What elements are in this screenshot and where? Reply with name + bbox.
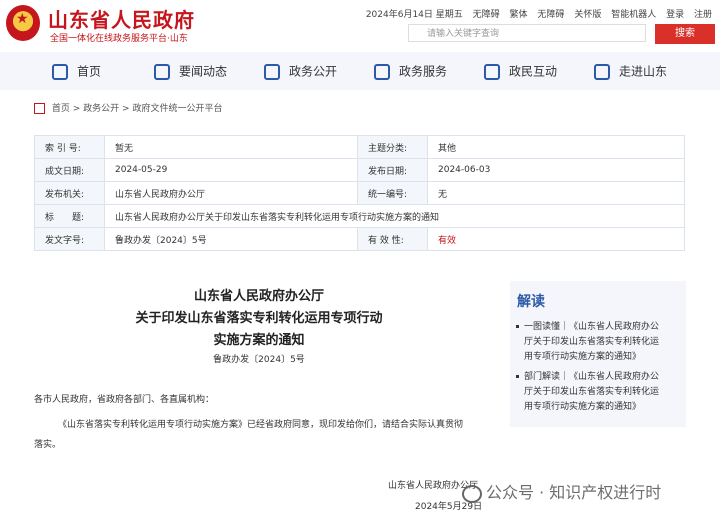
unified-label: 统一编号: [357,181,428,205]
national-emblem-icon [6,5,40,41]
breadcrumb-disclosure[interactable]: 政务公开 [83,104,119,114]
top-link-login[interactable]: 登录 [666,10,684,20]
article-title-line-3: 实施方案的通知 [213,333,305,348]
interpretation-item-2[interactable]: 部门解读｜《山东省人民政府办公 厅关于印发山东省落实专利转化运 用专项行动实施方… [516,370,676,415]
unified-value: 无 [427,181,685,205]
validity-value: 有效 [427,227,685,251]
current-date: 2024年6月14日 星期五 [365,10,463,20]
breadcrumb: 首页 > 政务公开 > 政府文件统一公开平台 [34,101,222,114]
search-input[interactable]: 请输入关键字查询 [408,24,646,42]
interpretation-title: 解读 [517,294,545,310]
created-label: 成文日期: [34,158,105,182]
created-value: 2024-05-29 [104,158,358,182]
nav-shandong[interactable]: 走进山东 [594,62,667,80]
heart-icon [374,63,390,80]
article-body-line-2: 落实。 [34,440,62,450]
validity-label: 有 效 性: [357,227,428,251]
site-subtitle: 全国一体化在线政务服务平台·山东 [50,34,188,44]
interaction-icon [484,63,500,80]
top-link-robot[interactable]: 智能机器人 [611,10,656,20]
site-title[interactable]: 山东省人民政府 [48,4,195,33]
bullet-icon [516,375,519,378]
breadcrumb-platform[interactable]: 政府文件统一公开平台 [132,104,222,114]
wechat-watermark: 公众号 · 知识产权进行时 [462,479,661,503]
article-doc-number: 鲁政办发〔2024〕5号 [213,355,305,365]
top-links: 2024年6月14日 星期五 无障碍 繁体 无障碍 关怀版 智能机器人 登录 注… [359,7,712,20]
main-nav: 首页 要闻动态 政务公开 政务服务 政民互动 走进山东 [0,52,720,90]
top-link-traditional[interactable]: 繁体 [510,10,528,20]
published-label: 发布日期: [357,158,428,182]
article-title-line-2: 关于印发山东省落实专利转化运用专项行动 [135,311,383,326]
published-value: 2024-06-03 [427,158,685,182]
category-value: 其他 [427,135,685,159]
book-icon [154,63,170,80]
nav-home[interactable]: 首页 [52,62,101,80]
interpretation-panel: 解读 一图读懂｜《山东省人民政府办公 厅关于印发山东省落实专利转化运 用专项行动… [510,281,686,427]
docno-label: 发文字号: [34,227,105,251]
top-link-register[interactable]: 注册 [694,10,712,20]
nav-service[interactable]: 政务服务 [374,62,447,80]
title-label: 标 题: [34,204,105,228]
article-body-line-1: 《山东省落实专利转化运用专项行动实施方案》已经省政府同意，现印发给你们，请结合实… [58,420,464,430]
interpretation-item-1[interactable]: 一图读懂｜《山东省人民政府办公 厅关于印发山东省落实专利转化运 用专项行动实施方… [516,320,676,365]
home-icon [34,103,45,114]
top-link-care-mode[interactable]: 关怀版 [574,10,601,20]
issuer-value: 山东省人民政府办公厅 [104,181,358,205]
wechat-icon [462,484,482,503]
nav-news[interactable]: 要闻动态 [154,62,227,80]
home-icon [52,63,68,80]
top-link-barrier-free[interactable]: 无障碍 [537,10,564,20]
nav-disclosure[interactable]: 政务公开 [264,62,337,80]
top-link-accessibility[interactable]: 无障碍 [473,10,500,20]
article-recipients: 各市人民政府，省政府各部门、各直属机构： [34,395,215,405]
title-value: 山东省人民政府办公厅关于印发山东省落实专利转化运用专项行动实施方案的通知 [104,204,685,228]
location-icon [594,63,610,80]
document-meta-table: 索 引 号: 暂无 主题分类: 其他 成文日期: 2024-05-29 发布日期… [34,135,685,251]
docno-value: 鲁政办发〔2024〕5号 [104,227,358,251]
breadcrumb-home[interactable]: 首页 [52,104,70,114]
search-button[interactable]: 搜索 [655,24,715,44]
issuer-label: 发布机关: [34,181,105,205]
briefcase-icon [264,63,280,80]
article-title-line-1: 山东省人民政府办公厅 [193,289,324,304]
index-value: 暂无 [104,135,358,159]
nav-interaction[interactable]: 政民互动 [484,62,557,80]
site-header: 山东省人民政府 全国一体化在线政务服务平台·山东 2024年6月14日 星期五 … [0,0,720,50]
index-label: 索 引 号: [34,135,105,159]
bullet-icon [516,325,519,328]
category-label: 主题分类: [357,135,428,159]
